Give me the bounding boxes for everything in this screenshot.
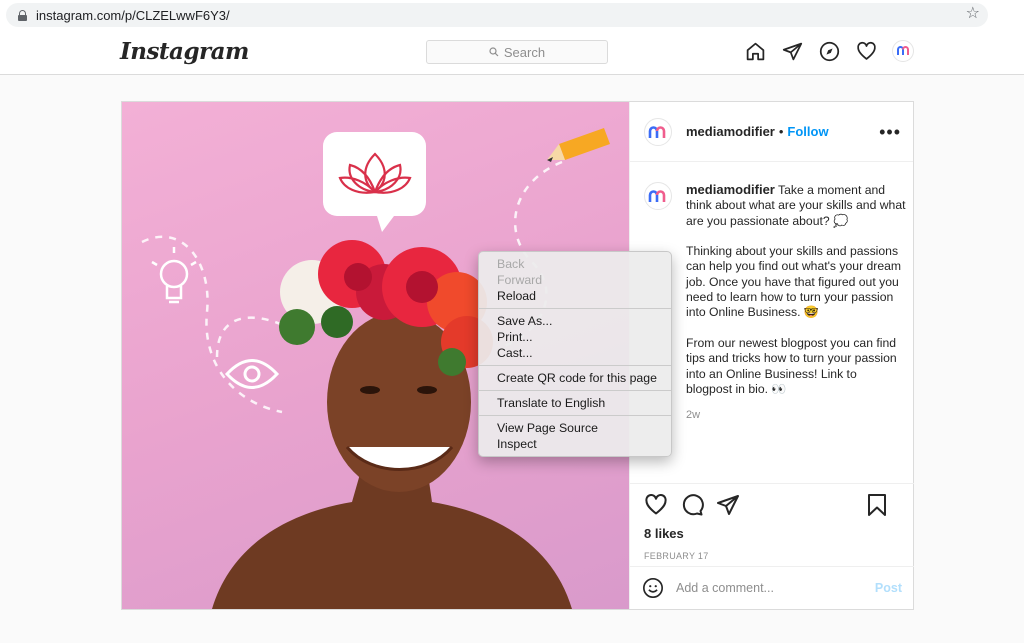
eye-icon <box>224 359 280 389</box>
post-caption: mediamodifier Take a moment and think ab… <box>644 182 906 424</box>
caption-username[interactable]: mediamodifier <box>686 182 775 197</box>
speech-bubble <box>323 132 426 232</box>
instagram-header: Instagram Search <box>0 30 1024 75</box>
post-actions: 8 likes FEBRUARY 17 <box>630 483 914 569</box>
instagram-logo[interactable]: Instagram <box>120 38 249 65</box>
author-avatar[interactable] <box>644 117 672 146</box>
post-date[interactable]: FEBRUARY 17 <box>644 551 900 561</box>
more-options-icon[interactable]: ••• <box>879 122 901 143</box>
menu-item-save-as[interactable]: Save As... <box>479 313 671 329</box>
emoji-icon[interactable] <box>642 577 664 599</box>
explore-icon[interactable] <box>818 40 840 62</box>
post-time-ago[interactable]: 2w <box>686 408 906 423</box>
likes-count[interactable]: 8 likes <box>644 526 900 541</box>
search-placeholder: Search <box>503 44 546 60</box>
comment-box: Post <box>630 566 914 609</box>
menu-separator <box>479 415 671 416</box>
header-nav <box>744 40 914 62</box>
menu-item-forward[interactable]: Forward <box>479 272 671 288</box>
caption-paragraph-3: From our newest blogpost you can find ti… <box>686 335 897 396</box>
menu-separator <box>479 365 671 366</box>
menu-item-cast[interactable]: Cast... <box>479 345 671 361</box>
browser-toolbar: instagram.com/p/CLZELwwF6Y3/ ☆ <box>0 0 1024 30</box>
post-comment-button[interactable]: Post <box>875 581 902 595</box>
search-icon <box>489 47 499 57</box>
caption-text: mediamodifier Take a moment and think ab… <box>686 182 906 424</box>
menu-item-translate[interactable]: Translate to English <box>479 395 671 411</box>
post-header: mediamodifier • Follow ••• <box>630 102 913 162</box>
menu-item-create-qr-code[interactable]: Create QR code for this page <box>479 370 671 386</box>
address-bar[interactable]: instagram.com/p/CLZELwwF6Y3/ <box>6 3 988 27</box>
like-heart-icon[interactable] <box>644 493 668 517</box>
follow-button[interactable]: Follow <box>787 124 828 139</box>
bookmark-star-icon[interactable]: ☆ <box>966 5 980 23</box>
comment-input[interactable] <box>676 581 866 595</box>
menu-item-back[interactable]: Back <box>479 256 671 272</box>
search-input[interactable]: Search <box>426 40 608 64</box>
lock-icon[interactable] <box>18 9 27 21</box>
comment-icon[interactable] <box>680 493 704 517</box>
profile-avatar[interactable] <box>892 40 914 62</box>
url-text[interactable]: instagram.com/p/CLZELwwF6Y3/ <box>36 8 230 23</box>
caption-paragraph-2: Thinking about your skills and passions … <box>686 244 902 320</box>
home-icon[interactable] <box>744 40 766 62</box>
separator-dot: • <box>778 124 784 139</box>
caption-avatar[interactable] <box>644 182 672 210</box>
context-menu: Back Forward Reload Save As... Print... … <box>478 251 672 457</box>
menu-item-reload[interactable]: Reload <box>479 288 671 304</box>
share-icon[interactable] <box>716 493 740 517</box>
menu-item-view-source[interactable]: View Page Source <box>479 420 671 436</box>
author-username[interactable]: mediamodifier <box>686 124 775 139</box>
save-bookmark-icon[interactable] <box>866 493 888 517</box>
pencil-icon <box>547 128 610 162</box>
direct-icon[interactable] <box>781 40 803 62</box>
menu-item-inspect[interactable]: Inspect <box>479 436 671 452</box>
lightbulb-icon <box>151 247 197 304</box>
menu-separator <box>479 390 671 391</box>
menu-separator <box>479 308 671 309</box>
menu-item-print[interactable]: Print... <box>479 329 671 345</box>
activity-heart-icon[interactable] <box>855 40 877 62</box>
